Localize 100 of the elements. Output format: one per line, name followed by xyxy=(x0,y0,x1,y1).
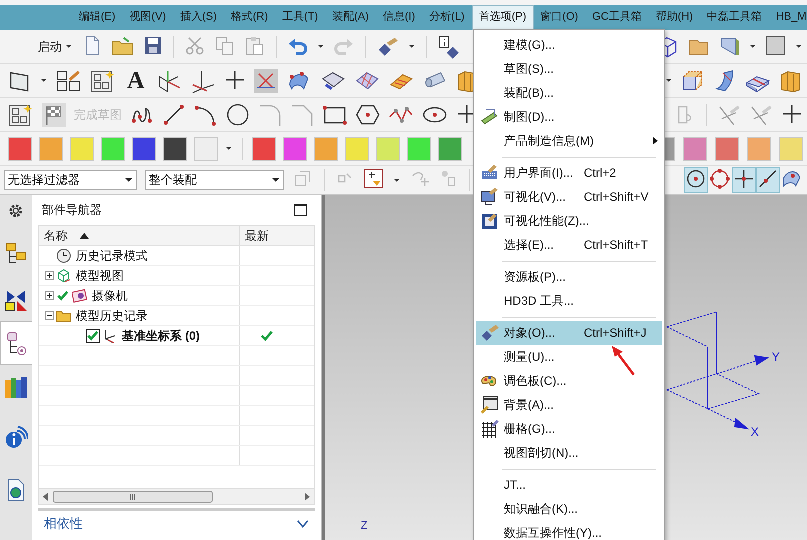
menu-item[interactable]: 可视化性能(Z)... xyxy=(476,209,662,233)
menu-item[interactable]: 信息(I) xyxy=(376,5,422,30)
filter-dropdown[interactable]: 无选择过滤器 xyxy=(4,170,137,190)
menu-item[interactable]: 视图(V) xyxy=(122,5,174,30)
color-swatch[interactable] xyxy=(683,136,707,160)
color-swatch[interactable] xyxy=(70,136,94,160)
menu-item[interactable]: 窗口(O) xyxy=(534,5,586,30)
menu-item[interactable]: 资源板(P)... xyxy=(476,265,662,289)
text-tool[interactable]: A xyxy=(124,68,148,92)
menu-item[interactable]: 装配(B)... xyxy=(476,81,662,105)
menu-item[interactable]: 建模(G)... xyxy=(476,33,662,57)
menu-item[interactable]: 插入(S) xyxy=(173,5,224,30)
menu-item[interactable]: 数据互操作性(Y)... xyxy=(476,521,662,540)
info-icon[interactable] xyxy=(437,34,461,58)
menu-item[interactable]: 测量(U)... xyxy=(476,345,662,369)
color-swatch[interactable] xyxy=(715,136,739,160)
menu-item[interactable]: 帮助(H) xyxy=(648,5,700,30)
menu-item[interactable]: 栅格(G)... xyxy=(476,417,662,441)
filter-dropdown[interactable]: 整个装配 xyxy=(145,170,284,190)
expand-toggle[interactable] xyxy=(45,291,54,300)
menu-item[interactable]: 首选项(P) xyxy=(472,5,534,30)
caret-icon[interactable] xyxy=(665,78,673,83)
sketch-icon[interactable] xyxy=(56,68,82,92)
sketch-icon[interactable] xyxy=(90,68,116,92)
color-swatch[interactable] xyxy=(779,136,803,160)
settings-icon[interactable] xyxy=(8,203,24,219)
panel-title[interactable]: 相依性 xyxy=(44,514,83,534)
color-swatch[interactable] xyxy=(314,136,338,160)
menu-item[interactable]: 选择(E)... Ctrl+Shift+T xyxy=(476,233,662,257)
color-swatch[interactable] xyxy=(39,136,63,160)
scroll-right-icon[interactable] xyxy=(304,492,310,500)
color-swatch[interactable] xyxy=(407,136,431,160)
color-swatch[interactable] xyxy=(8,136,32,160)
chevron-icon[interactable] xyxy=(297,518,309,529)
menu-item[interactable]: 可视化(V)... Ctrl+Shift+V xyxy=(476,185,662,209)
caret-icon[interactable] xyxy=(408,44,416,49)
menu-item[interactable]: 对象(O)... Ctrl+Shift+J xyxy=(476,321,662,345)
scrollbar-thumb[interactable] xyxy=(53,490,213,502)
folder-icon[interactable] xyxy=(111,34,135,58)
color-swatch[interactable] xyxy=(345,136,369,160)
menu-item[interactable]: 视图剖切(N)... xyxy=(476,441,662,465)
box-icon[interactable] xyxy=(681,68,705,92)
checkered-flag-icon[interactable] xyxy=(42,102,66,126)
caret-icon[interactable] xyxy=(317,44,325,49)
color-swatch[interactable] xyxy=(438,136,462,160)
hexagon-icon[interactable] xyxy=(356,102,380,126)
color-swatch[interactable] xyxy=(747,136,771,160)
color-swatch[interactable] xyxy=(194,136,218,160)
axes-icon[interactable] xyxy=(190,68,216,92)
clipboard-icon[interactable] xyxy=(244,34,266,58)
menu-item[interactable]: 草图(S)... xyxy=(476,57,662,81)
column-header[interactable]: 最新 xyxy=(240,226,314,245)
menu-item[interactable]: 产品制造信息(M) xyxy=(476,129,662,153)
caret-icon[interactable] xyxy=(272,178,280,182)
square-icon[interactable] xyxy=(765,34,787,58)
center-point-icon[interactable] xyxy=(685,168,707,192)
color-swatch[interactable] xyxy=(283,136,307,160)
sort-ascending-icon[interactable] xyxy=(80,232,89,238)
menu-item[interactable]: 中磊工具箱 xyxy=(700,5,770,30)
checkbox[interactable] xyxy=(86,328,100,342)
menu-item[interactable]: 分析(L) xyxy=(422,5,472,30)
color-swatch[interactable] xyxy=(132,136,156,160)
color-swatch[interactable] xyxy=(252,136,276,160)
menu-item[interactable]: 知识融合(K)... xyxy=(476,497,662,521)
menu-item[interactable]: 背景(A)... xyxy=(476,393,662,417)
caret-icon[interactable] xyxy=(40,78,48,83)
caret-icon[interactable] xyxy=(795,44,803,49)
navigator-tab[interactable] xyxy=(0,321,32,365)
menu-item[interactable]: JT... xyxy=(476,473,662,497)
menu-item[interactable]: 装配(A) xyxy=(325,5,376,30)
menu-item[interactable]: HD3D 工具... xyxy=(476,289,662,313)
expand-toggle[interactable] xyxy=(45,271,54,280)
color-swatch[interactable] xyxy=(101,136,125,160)
line-icon[interactable] xyxy=(162,102,186,126)
tree-item[interactable]: 摄像机 xyxy=(92,286,128,304)
cross-box-icon[interactable] xyxy=(254,68,278,92)
tree-item[interactable]: 模型历史记录 xyxy=(76,306,148,324)
intersection-point-icon[interactable] xyxy=(733,168,755,192)
caret-icon[interactable] xyxy=(225,146,233,151)
menu-item[interactable]: 编辑(E) xyxy=(72,5,123,30)
expand-toggle[interactable] xyxy=(45,311,54,320)
circle-icon[interactable] xyxy=(226,102,250,126)
scroll-left-icon[interactable] xyxy=(43,492,49,500)
menu-item[interactable]: HB_M xyxy=(769,5,807,30)
quadrant-point-icon[interactable] xyxy=(709,168,731,192)
color-swatch[interactable] xyxy=(376,136,400,160)
column-header[interactable]: 名称 xyxy=(39,226,240,245)
caret-icon[interactable] xyxy=(749,44,757,49)
line-point-icon[interactable] xyxy=(757,168,779,192)
caret-icon[interactable] xyxy=(125,178,133,182)
tree-item[interactable]: 模型视图 xyxy=(76,266,124,284)
caret-icon[interactable] xyxy=(393,178,401,182)
sketch-icon[interactable] xyxy=(8,102,34,126)
menu-item[interactable]: GC工具箱 xyxy=(585,5,649,30)
menu-item[interactable]: 调色板(C)... xyxy=(476,369,662,393)
box-icon[interactable] xyxy=(779,68,803,92)
menu-item[interactable]: 格式(R) xyxy=(224,5,276,30)
color-swatch[interactable] xyxy=(163,136,187,160)
menu-item[interactable]: 制图(D)... xyxy=(476,105,662,129)
tree-item[interactable]: 历史记录模式 xyxy=(76,246,148,264)
